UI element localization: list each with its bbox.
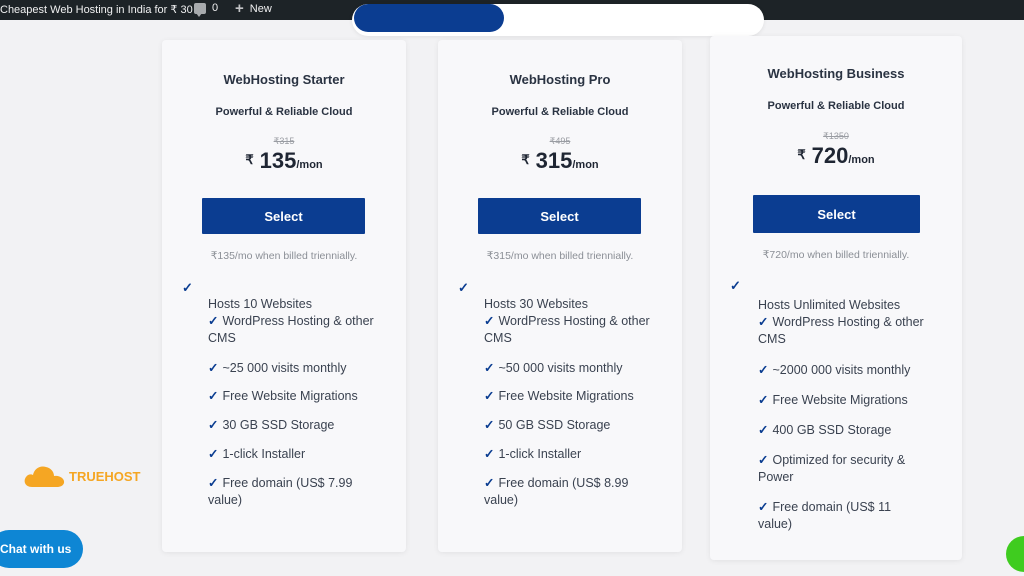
check-icon: ✓ (484, 447, 495, 461)
plan-title: WebHosting Pro (509, 72, 611, 87)
old-price: ₹1350 (823, 131, 849, 141)
feature-item: Hosts Unlimited Websites (758, 298, 901, 312)
feature-item: ✓ Free Website Migrations (208, 389, 358, 403)
plan-price: ₹315/mon (438, 148, 682, 174)
feature-item: ✓ ~25 000 visits monthly (208, 361, 347, 375)
check-icon: ✓ (484, 314, 495, 328)
feature-item: Hosts 30 Websites (484, 297, 588, 311)
currency-symbol: ₹ (521, 152, 530, 167)
feature-item: ✓ WordPress Hosting & other CMS (484, 314, 650, 345)
truehost-logo[interactable]: TRUEHOST (22, 463, 141, 489)
select-button[interactable]: Select (753, 195, 920, 233)
plan-card-business: WebHosting Business Powerful & Reliable … (710, 36, 962, 560)
check-icon: ✓ (484, 361, 495, 375)
check-icon: ✓ (484, 389, 495, 403)
feature-item: ✓ ~2000 000 visits monthly (758, 363, 911, 377)
check-icon: ✓ (758, 500, 769, 514)
logo-text: TRUEHOST (69, 468, 141, 484)
old-price: ₹495 (549, 136, 571, 146)
whatsapp-button[interactable] (1006, 536, 1024, 572)
price-amount: 720 (811, 143, 849, 168)
feature-item: ✓ 1-click Installer (484, 447, 582, 461)
plan-subtitle: Powerful & Reliable Cloud (215, 106, 353, 118)
plan-title: WebHosting Business (767, 66, 905, 81)
check-icon: ✓ (208, 389, 219, 403)
plan-subtitle: Powerful & Reliable Cloud (767, 100, 905, 112)
feature-item: ✓ 50 GB SSD Storage (484, 418, 611, 432)
feature-item: ✓ Free domain (US$ 8.99 value) (484, 476, 629, 507)
feature-item: ✓ WordPress Hosting & other CMS (758, 315, 924, 346)
plan-card-pro: WebHosting Pro Powerful & Reliable Cloud… (438, 40, 682, 552)
check-icon: ✓ (758, 315, 769, 329)
feature-item: Hosts 10 Websites (208, 297, 312, 311)
site-title-link[interactable]: Cheapest Web Hosting in India for ₹ 30 (0, 3, 193, 16)
comment-bubble-icon (194, 2, 206, 17)
check-icon: ✓ (208, 447, 219, 461)
check-icon: ✓ (208, 314, 219, 328)
cloud-icon (24, 466, 65, 487)
feature-item: ✓ 30 GB SSD Storage (208, 418, 335, 432)
chat-with-us-button[interactable]: Chat with us (0, 530, 83, 568)
plan-subtitle: Powerful & Reliable Cloud (491, 106, 629, 118)
price-amount: 135 (259, 148, 297, 173)
select-button[interactable]: Select (478, 198, 641, 234)
check-icon: ✓ (758, 453, 769, 467)
currency-symbol: ₹ (797, 147, 806, 162)
check-icon: ✓ (484, 476, 495, 490)
check-icon: ✓ (182, 280, 193, 295)
price-amount: 315 (535, 148, 573, 173)
feature-item: ✓ ~50 000 visits monthly (484, 361, 623, 375)
check-icon: ✓ (758, 423, 769, 437)
feature-item: ✓ WordPress Hosting & other CMS (208, 314, 374, 345)
feature-item: ✓ 1-click Installer (208, 447, 306, 461)
billing-toggle-active[interactable] (354, 4, 504, 32)
plan-price: ₹135/mon (162, 148, 406, 174)
check-icon: ✓ (458, 280, 469, 295)
new-content-link[interactable]: + New (235, 0, 272, 17)
check-icon: ✓ (208, 361, 219, 375)
comments-count: 0 (212, 2, 219, 14)
check-icon: ✓ (730, 278, 741, 293)
billing-note: ₹720/mo when billed triennially. (762, 249, 910, 261)
new-label: New (249, 3, 272, 15)
currency-symbol: ₹ (245, 152, 254, 167)
check-icon: ✓ (758, 363, 769, 377)
select-button[interactable]: Select (202, 198, 365, 234)
plan-title: WebHosting Starter (223, 72, 345, 87)
plus-icon: + (235, 0, 244, 17)
feature-item: ✓ Optimized for security & Power (758, 453, 906, 484)
comments-link[interactable]: 0 (194, 2, 219, 17)
old-price: ₹315 (273, 136, 295, 146)
feature-item: ✓ Free Website Migrations (484, 389, 634, 403)
billing-toggle[interactable] (352, 4, 764, 36)
price-period: /mon (296, 159, 323, 171)
feature-item: ✓ Free domain (US$ 7.99 value) (208, 476, 353, 507)
feature-item: ✓ Free Website Migrations (758, 393, 908, 407)
check-icon: ✓ (208, 476, 219, 490)
check-icon: ✓ (758, 393, 769, 407)
billing-note: ₹135/mo when billed triennially. (210, 250, 358, 262)
price-period: /mon (572, 159, 599, 171)
feature-item: ✓ Free domain (US$ 11 value) (758, 500, 892, 531)
plan-card-starter: WebHosting Starter Powerful & Reliable C… (162, 40, 406, 552)
check-icon: ✓ (484, 418, 495, 432)
check-icon: ✓ (208, 418, 219, 432)
billing-note: ₹315/mo when billed triennially. (486, 250, 634, 262)
plan-price: ₹720/mon (710, 143, 962, 169)
feature-item: ✓ 400 GB SSD Storage (758, 423, 892, 437)
price-period: /mon (848, 154, 875, 166)
